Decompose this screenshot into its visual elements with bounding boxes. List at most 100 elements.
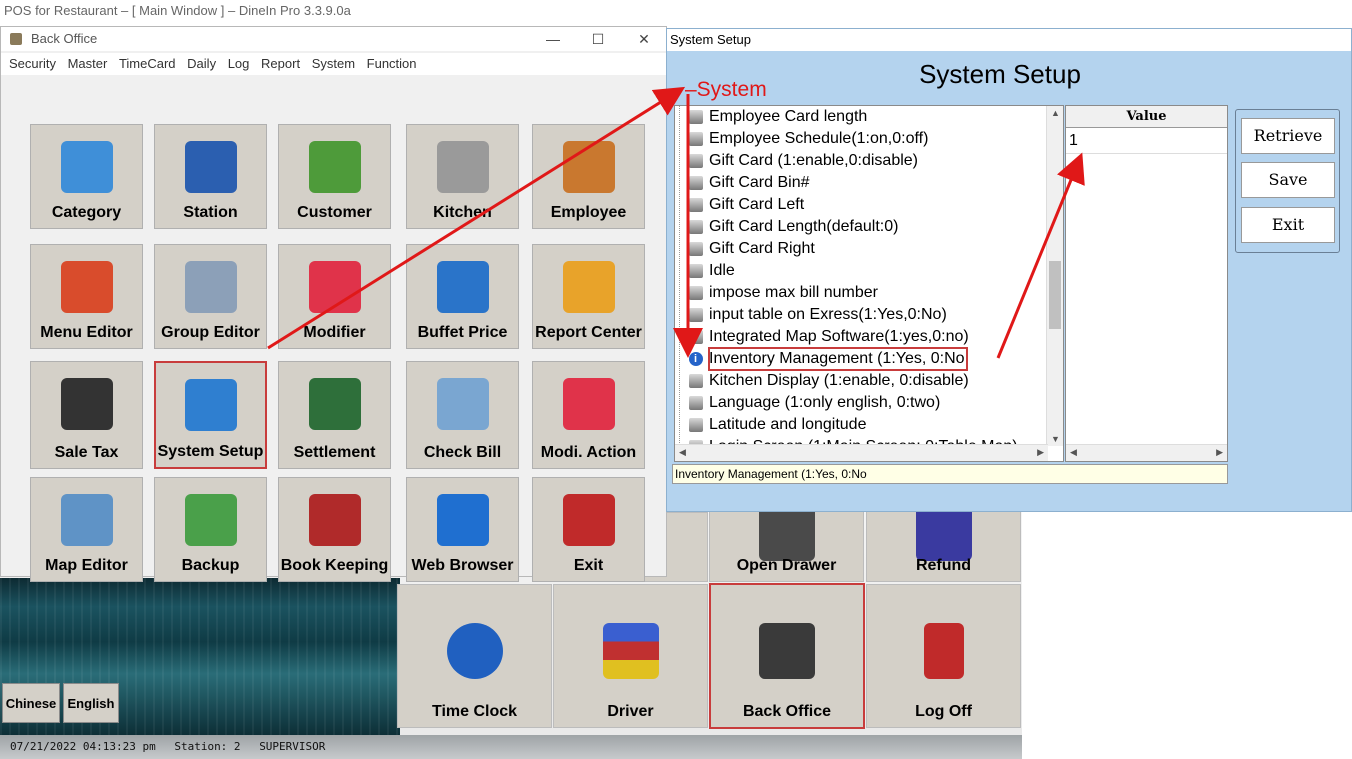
- system-setup-icon: [184, 379, 237, 431]
- tree-scroll-thumb[interactable]: [1049, 261, 1061, 329]
- bo-button-station[interactable]: Station: [154, 124, 267, 229]
- bo-button-modifier[interactable]: Modifier: [278, 244, 391, 349]
- tree-item[interactable]: Kitchen Display (1:enable, 0:disable): [689, 370, 969, 392]
- bo-button-label: Book Keeping: [280, 557, 389, 574]
- tree-item[interactable]: input table on Exress(1:Yes,0:No): [689, 304, 947, 326]
- menu-master[interactable]: Master: [68, 53, 108, 75]
- tree-item[interactable]: Gift Card Right: [689, 238, 815, 260]
- bo-button-group-editor[interactable]: Group Editor: [154, 244, 267, 349]
- settings-tree[interactable]: Employee Card length Employee Schedule(1:…: [674, 105, 1064, 462]
- value-scroll-right-arrow-icon[interactable]: ▶: [1216, 447, 1223, 458]
- menu-timecard[interactable]: TimeCard: [119, 53, 176, 75]
- group-editor-icon: [184, 261, 237, 313]
- tree-item-label: Latitude and longitude: [709, 416, 867, 433]
- bo-button-settlement[interactable]: Settlement: [278, 361, 391, 469]
- bo-button-web-browser[interactable]: Web Browser: [406, 477, 519, 582]
- driver-button[interactable]: Driver: [553, 584, 708, 728]
- tree-item[interactable]: Latitude and longitude: [689, 414, 867, 436]
- scroll-down-arrow-icon[interactable]: ▼: [1051, 434, 1060, 444]
- cars-icon: [602, 623, 659, 679]
- tree-item-label: Integrated Map Software(1:yes,0:no): [709, 328, 969, 345]
- bo-button-backup[interactable]: Backup: [154, 477, 267, 582]
- retrieve-button[interactable]: Retrieve: [1241, 118, 1335, 154]
- web-browser-icon: [436, 494, 489, 546]
- file-cabinet-icon: [759, 623, 815, 679]
- bo-button-label: Customer: [297, 204, 372, 221]
- menu-function[interactable]: Function: [367, 53, 417, 75]
- bo-button-map-editor[interactable]: Map Editor: [30, 477, 143, 582]
- modi-action-icon: [562, 378, 615, 430]
- bo-button-book-keeping[interactable]: Book Keeping: [278, 477, 391, 582]
- tree-item[interactable]: Employee Schedule(1:on,0:off): [689, 128, 929, 150]
- tree-item-label: impose max bill number: [709, 284, 878, 301]
- bo-button-kitchen[interactable]: Kitchen: [406, 124, 519, 229]
- tree-item[interactable]: Inventory Management (1:Yes, 0:No: [689, 347, 968, 371]
- bo-button-menu-editor[interactable]: Menu Editor: [30, 244, 143, 349]
- value-horizontal-scrollbar[interactable]: ◀ ▶: [1066, 444, 1227, 461]
- time-clock-button[interactable]: Time Clock: [397, 584, 552, 728]
- tree-item-label: Employee Schedule(1:on,0:off): [709, 130, 929, 147]
- tree-item[interactable]: impose max bill number: [689, 282, 878, 304]
- maximize-button[interactable]: ☐: [578, 27, 618, 51]
- tree-vertical-scrollbar[interactable]: ▲ ▼: [1046, 106, 1063, 446]
- back-office-menubar: Security Master TimeCard Daily Log Repor…: [1, 53, 666, 75]
- bo-button-customer[interactable]: Customer: [278, 124, 391, 229]
- bo-button-system-setup[interactable]: System Setup: [154, 361, 267, 469]
- bo-button-employee[interactable]: Employee: [532, 124, 645, 229]
- menu-log[interactable]: Log: [228, 53, 250, 75]
- scroll-left-arrow-icon[interactable]: ◀: [679, 447, 686, 458]
- tree-item[interactable]: Integrated Map Software(1:yes,0:no): [689, 326, 969, 348]
- bo-button-label: Modi. Action: [540, 444, 637, 461]
- bo-button-check-bill[interactable]: Check Bill: [406, 361, 519, 469]
- tree-item[interactable]: Employee Card length: [689, 106, 867, 128]
- bo-button-label: Check Bill: [423, 444, 502, 461]
- save-button[interactable]: Save: [1241, 162, 1335, 198]
- refund-icon: [915, 505, 972, 561]
- tree-horizontal-scrollbar[interactable]: ◀ ▶: [675, 444, 1048, 461]
- bo-button-report-center[interactable]: Report Center: [532, 244, 645, 349]
- bo-button-sale-tax[interactable]: Sale Tax: [30, 361, 143, 469]
- menu-report[interactable]: Report: [261, 53, 300, 75]
- menu-daily[interactable]: Daily: [187, 53, 216, 75]
- tree-item-label: Gift Card Length(default:0): [709, 218, 899, 235]
- setting-item-icon: [689, 396, 703, 410]
- exit-door-icon: [923, 623, 964, 679]
- tree-item[interactable]: Gift Card (1:enable,0:disable): [689, 150, 918, 172]
- bo-button-buffet-price[interactable]: Buffet Price: [406, 244, 519, 349]
- bo-button-label: Category: [51, 204, 122, 221]
- bo-button-category[interactable]: Category: [30, 124, 143, 229]
- main-window-title: POS for Restaurant – [ Main Window ] – D…: [0, 0, 1022, 22]
- back-office-title: Back Office: [31, 31, 98, 46]
- chinese-button[interactable]: Chinese: [2, 683, 60, 723]
- back-office-button[interactable]: Back Office: [709, 583, 865, 729]
- clock-icon: [446, 623, 503, 679]
- tree-item[interactable]: Gift Card Left: [689, 194, 804, 216]
- bo-button-label: Sale Tax: [54, 444, 119, 461]
- tree-item[interactable]: Language (1:only english, 0:two): [689, 392, 940, 414]
- value-field[interactable]: 1: [1066, 128, 1227, 154]
- system-setup-window: System Setup System Setup Employee Card …: [666, 28, 1352, 512]
- tree-item[interactable]: Gift Card Length(default:0): [689, 216, 899, 238]
- scroll-up-arrow-icon[interactable]: ▲: [1051, 108, 1060, 118]
- exit-button[interactable]: Exit: [1241, 207, 1335, 243]
- menu-system[interactable]: System: [312, 53, 355, 75]
- bo-button-exit[interactable]: Exit: [532, 477, 645, 582]
- setting-item-icon: [689, 308, 703, 322]
- menu-security[interactable]: Security: [9, 53, 56, 75]
- english-button[interactable]: English: [63, 683, 119, 723]
- scroll-right-arrow-icon[interactable]: ▶: [1037, 447, 1044, 458]
- bo-button-modi-action[interactable]: Modi. Action: [532, 361, 645, 469]
- tree-item[interactable]: Gift Card Bin#: [689, 172, 809, 194]
- bo-button-label: Employee: [550, 204, 627, 221]
- close-button[interactable]: ✕: [624, 27, 664, 51]
- log-off-button[interactable]: Log Off: [866, 584, 1021, 728]
- report-center-icon: [562, 261, 615, 313]
- value-scroll-left-arrow-icon[interactable]: ◀: [1070, 447, 1077, 458]
- minimize-button[interactable]: —: [533, 27, 573, 51]
- setting-item-icon: [689, 220, 703, 234]
- cash-drawer-icon: [758, 505, 815, 561]
- status-station: Station: 2: [174, 740, 241, 753]
- info-icon: [689, 348, 703, 370]
- tree-item[interactable]: Idle: [689, 260, 735, 282]
- setting-item-icon: [689, 264, 703, 278]
